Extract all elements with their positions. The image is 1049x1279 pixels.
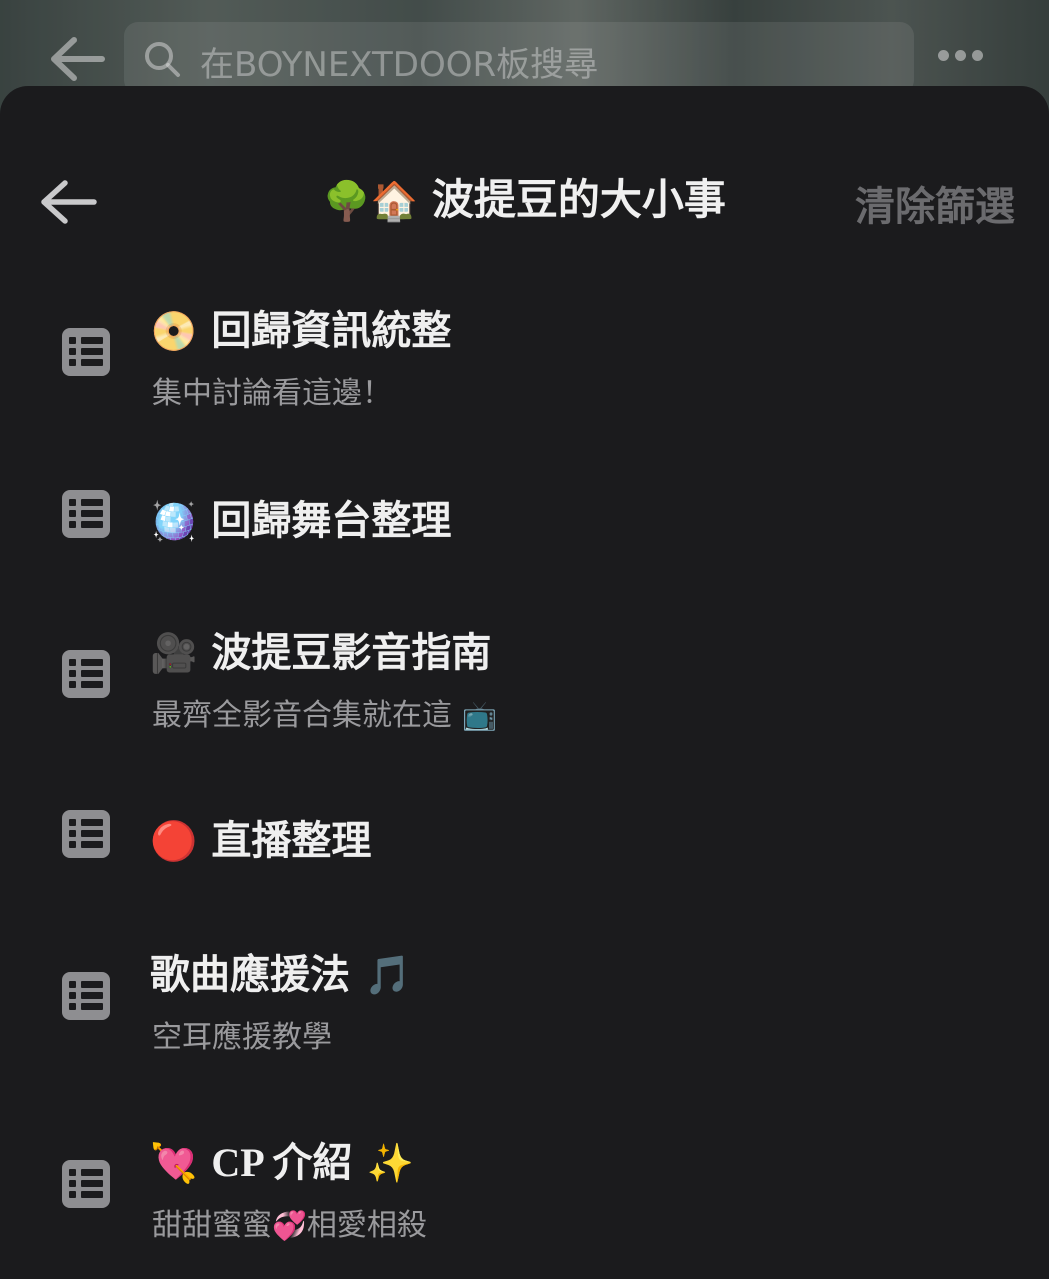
tv-icon: 📺 — [462, 699, 497, 732]
item-subtitle: 甜甜蜜蜜💞相愛相殺 — [152, 1200, 427, 1244]
search-icon — [145, 42, 180, 77]
list-item[interactable]: 🎥 波提豆影音指南 最齊全影音合集就在這 📺 — [0, 612, 1049, 742]
music-notes-icon: 🎵 — [364, 953, 412, 997]
list-item[interactable]: 🪩 回歸舞台整理 — [0, 480, 1049, 560]
item-subtitle-text: 甜甜蜜蜜 — [152, 1208, 272, 1243]
clear-filter-button[interactable]: 清除篩選 — [855, 174, 1015, 232]
item-subtitle: 最齊全影音合集就在這 📺 — [152, 690, 497, 734]
item-title-text: 歌曲應援法 — [150, 952, 350, 998]
item-title-text: 波提豆影音指南 — [211, 630, 492, 676]
list-item[interactable]: 🔴 直播整理 — [0, 800, 1049, 880]
heart-arrow-icon: 💘 — [150, 1141, 198, 1185]
sheet-title-text: 波提豆的大小事 — [431, 175, 726, 224]
search-input[interactable]: 在BOYNEXTDOOR板搜尋 — [124, 22, 914, 94]
list-icon — [62, 810, 110, 858]
item-title: 🎥 波提豆影音指南 — [150, 620, 491, 678]
movie-camera-icon: 🎥 — [150, 631, 198, 675]
search-placeholder: 在BOYNEXTDOOR板搜尋 — [200, 45, 599, 85]
item-title-text: 直播整理 — [211, 818, 372, 864]
sparkles-icon: ✨ — [366, 1141, 414, 1185]
two-hearts-icon: 💞 — [272, 1209, 307, 1242]
item-subtitle-text: 相愛相殺 — [306, 1208, 427, 1243]
list-icon — [62, 328, 110, 376]
list-icon — [62, 490, 110, 538]
item-subtitle: 集中討論看這邊！ — [152, 376, 392, 411]
item-title: 歌曲應援法 🎵 — [150, 942, 411, 1000]
list-icon — [62, 972, 110, 1020]
list-item[interactable]: 📀 回歸資訊統整 集中討論看這邊！ — [0, 290, 1049, 420]
disco-ball-icon: 🪩 — [150, 499, 198, 543]
item-title-text: 回歸舞台整理 — [211, 498, 452, 544]
more-dot — [972, 50, 983, 61]
house-tree-icon: 🌳🏠 — [323, 179, 418, 223]
more-options-button[interactable] — [938, 46, 998, 70]
item-title: 💘 CP 介紹 ✨ — [150, 1130, 414, 1188]
more-dots-icon — [938, 50, 949, 61]
item-title: 🔴 直播整理 — [150, 808, 371, 866]
dvd-icon: 📀 — [150, 309, 198, 353]
item-subtitle: 空耳應援教學 — [152, 1020, 332, 1055]
list-item[interactable]: 歌曲應援法 🎵 空耳應援教學 — [0, 934, 1049, 1064]
red-circle-icon: 🔴 — [150, 819, 198, 863]
list-item[interactable]: 💘 CP 介紹 ✨ 甜甜蜜蜜💞相愛相殺 — [0, 1122, 1049, 1252]
item-title: 📀 回歸資訊統整 — [150, 298, 451, 356]
list-icon — [62, 1160, 110, 1208]
item-title: 🪩 回歸舞台整理 — [150, 488, 451, 546]
top-back-button[interactable] — [46, 34, 106, 84]
arrow-left-icon — [51, 37, 105, 81]
item-title-text: 回歸資訊統整 — [211, 308, 452, 354]
more-dot — [955, 50, 966, 61]
item-title-text: CP 介紹 — [211, 1140, 353, 1185]
list-icon — [62, 650, 110, 698]
item-subtitle-text: 最齊全影音合集就在這 — [152, 698, 452, 733]
